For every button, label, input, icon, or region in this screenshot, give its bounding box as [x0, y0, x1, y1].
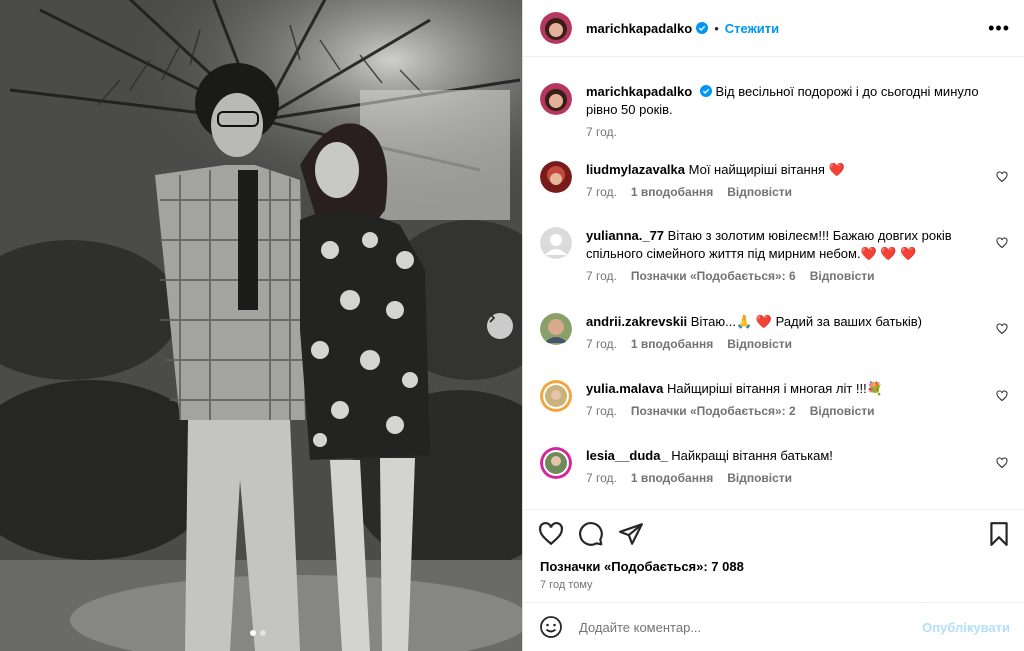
- caption-time[interactable]: 7 год.: [586, 125, 617, 139]
- comment-likes[interactable]: Позначки «Подобається»: 2: [631, 404, 796, 418]
- vintage-couple-photo: [0, 0, 522, 651]
- carousel-next-button[interactable]: [487, 313, 513, 339]
- comment-item: liudmylazavalka Мої найщиріші вітання ❤️…: [540, 161, 1010, 227]
- share-paper-plane-icon[interactable]: [618, 521, 644, 547]
- save-bookmark-icon[interactable]: [986, 521, 1012, 547]
- reply-button[interactable]: Відповісти: [810, 404, 875, 418]
- comment-time[interactable]: 7 год.: [586, 185, 617, 199]
- reply-button[interactable]: Відповісти: [727, 471, 792, 485]
- comment-text: Вітаю...🙏 ❤️ Радий за ваших батьків): [690, 314, 922, 329]
- comment-text: Найкращі вітання батькам!: [671, 448, 833, 463]
- comment-composer: Опублікувати: [523, 602, 1024, 651]
- emoji-smiley-icon[interactable]: [539, 615, 563, 639]
- like-comment-heart-icon[interactable]: [996, 390, 1008, 402]
- post-viewer: marichkapadalko • Стежити ••• marichkapa…: [0, 0, 1024, 651]
- verified-badge-icon: [696, 22, 709, 34]
- like-comment-heart-icon[interactable]: [996, 171, 1008, 183]
- comment-item: yulia.malava Найщиріші вітання і многая …: [540, 380, 1010, 447]
- comment-item: lesia__duda_ Найкращі вітання батькам! 7…: [540, 447, 1010, 507]
- post-caption: marichkapadalko Від весільної подорожі і…: [540, 83, 1010, 161]
- caption-username[interactable]: marichkapadalko: [586, 84, 692, 99]
- comment-time[interactable]: 7 год.: [586, 471, 617, 485]
- caption-avatar[interactable]: [540, 83, 572, 115]
- comment-time[interactable]: 7 год.: [586, 337, 617, 351]
- comment-likes[interactable]: 1 вподобання: [631, 471, 713, 485]
- comment-item: andrii.zakrevskii Вітаю...🙏 ❤️ Радий за …: [540, 313, 1010, 380]
- comment-input[interactable]: [579, 619, 923, 635]
- post-actions-bar: [523, 509, 1024, 557]
- comment-time[interactable]: 7 год.: [586, 269, 617, 283]
- post-photo[interactable]: [0, 0, 522, 651]
- post-side-panel: marichkapadalko • Стежити ••• marichkapa…: [522, 0, 1024, 651]
- post-likes-count[interactable]: Позначки «Подобається»: 7 088: [523, 557, 1024, 577]
- header-separator: •: [714, 20, 719, 36]
- carousel-dot: [260, 630, 266, 636]
- carousel-dot-active: [250, 630, 256, 636]
- post-timestamp[interactable]: 7 год тому: [523, 577, 1024, 602]
- more-options-icon[interactable]: •••: [988, 19, 1010, 37]
- comment-username[interactable]: lesia__duda_: [586, 448, 668, 463]
- carousel-indicator: [250, 630, 266, 636]
- comment-username[interactable]: andrii.zakrevskii: [586, 314, 687, 329]
- like-comment-heart-icon[interactable]: [996, 323, 1008, 335]
- comment-time[interactable]: 7 год.: [586, 404, 617, 418]
- comments-list[interactable]: marichkapadalko Від весільної подорожі і…: [523, 57, 1024, 509]
- like-heart-icon[interactable]: [538, 521, 564, 547]
- like-comment-heart-icon[interactable]: [996, 237, 1008, 249]
- chevron-right-icon: [489, 313, 496, 323]
- comment-username[interactable]: yulianna._77: [586, 228, 664, 243]
- comment-likes[interactable]: 1 вподобання: [631, 185, 713, 199]
- comment-item: yulianna._77 Вітаю з золотим ювілеєм!!! …: [540, 227, 1010, 313]
- reply-button[interactable]: Відповісти: [727, 185, 792, 199]
- author-username[interactable]: marichkapadalko: [586, 21, 692, 36]
- comment-text: Мої найщиріші вітання ❤️: [688, 162, 845, 177]
- verified-badge-icon: [699, 85, 712, 97]
- author-avatar[interactable]: [540, 12, 572, 44]
- comment-likes[interactable]: 1 вподобання: [631, 337, 713, 351]
- comment-username[interactable]: liudmylazavalka: [586, 162, 685, 177]
- reply-button[interactable]: Відповісти: [810, 269, 875, 283]
- comment-bubble-icon[interactable]: [578, 521, 604, 547]
- comment-likes[interactable]: Позначки «Подобається»: 6: [631, 269, 796, 283]
- like-comment-heart-icon[interactable]: [996, 457, 1008, 469]
- commenter-avatar[interactable]: [540, 227, 572, 259]
- follow-button[interactable]: Стежити: [725, 21, 779, 36]
- post-header: marichkapadalko • Стежити •••: [523, 0, 1024, 57]
- reply-button[interactable]: Відповісти: [727, 337, 792, 351]
- commenter-avatar[interactable]: [540, 447, 572, 479]
- comment-username[interactable]: yulia.malava: [586, 381, 663, 396]
- commenter-avatar[interactable]: [540, 161, 572, 193]
- comment-text: Найщиріші вітання і многая літ !!!💐: [666, 381, 883, 396]
- publish-button[interactable]: Опублікувати: [922, 620, 1010, 635]
- commenter-avatar[interactable]: [540, 313, 572, 345]
- commenter-avatar[interactable]: [540, 380, 572, 412]
